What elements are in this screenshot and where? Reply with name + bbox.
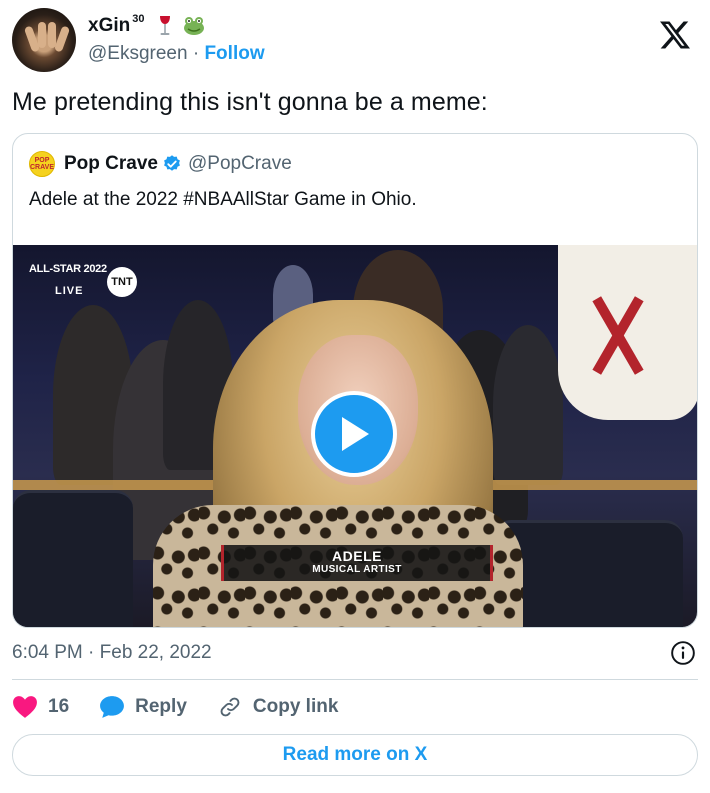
mascot-figure	[558, 245, 697, 420]
lower-third-name: ADELE	[332, 548, 382, 564]
author-handle[interactable]: @Eksgreen	[88, 43, 188, 64]
verified-badge-icon	[164, 155, 180, 171]
frog-icon	[184, 17, 205, 35]
lower-third-role: MUSICAL ARTIST	[312, 564, 402, 575]
wine-glass-icon	[160, 16, 171, 35]
handle-separator: ·	[192, 43, 200, 64]
like-button[interactable]: 16	[12, 695, 69, 719]
heart-icon	[13, 696, 37, 718]
quoted-author-handle[interactable]: @PopCrave	[188, 153, 292, 175]
quoted-tweet-card[interactable]: POP CRAVE Pop Crave @PopCrave Adele at t…	[12, 133, 698, 628]
play-button[interactable]	[311, 391, 397, 477]
reply-bubble-icon	[100, 696, 125, 718]
author-handle-row: @Eksgreen · Follow	[88, 43, 265, 65]
tweet-author: xGin 30 @Eksgreen · Follow	[12, 8, 702, 72]
like-count: 16	[48, 696, 70, 717]
quoted-tweet-header: POP CRAVE Pop Crave @PopCrave	[29, 151, 292, 177]
author-avatar[interactable]	[12, 8, 76, 72]
quoted-author-name[interactable]: Pop Crave	[64, 153, 158, 175]
reply-label: Reply	[135, 696, 187, 717]
author-display-name[interactable]: xGin	[88, 15, 130, 37]
lower-third-caption: ADELE MUSICAL ARTIST	[221, 545, 493, 581]
copy-link-button[interactable]: Copy link	[217, 695, 339, 719]
read-more-button[interactable]: Read more on X	[12, 734, 698, 776]
arena-seat	[13, 490, 133, 627]
bug-live-text: LIVE	[55, 285, 84, 297]
bug-allstar-text: ALL-STAR 2022	[29, 263, 107, 275]
author-name-superscript: 30	[132, 13, 145, 25]
broadcast-bug: ALL-STAR 2022 LIVE TNT	[29, 263, 137, 297]
video-player[interactable]: ALL-STAR 2022 LIVE TNT ADELE MUSICAL ART…	[13, 245, 697, 627]
info-icon[interactable]	[670, 640, 696, 666]
divider	[12, 679, 698, 680]
link-icon	[220, 697, 240, 717]
follow-button[interactable]: Follow	[204, 43, 264, 64]
tweet-timestamp[interactable]: 6:04 PM · Feb 22, 2022	[12, 642, 212, 664]
x-logo-icon[interactable]	[660, 20, 690, 50]
play-icon	[342, 417, 369, 451]
crowd-figure	[493, 325, 563, 485]
quoted-tweet-text: Adele at the 2022 #NBAAllStar Game in Oh…	[29, 189, 417, 210]
tweet-actions: 16 Reply Copy link	[12, 692, 368, 722]
tweet-text: Me pretending this isn't gonna be a meme…	[12, 88, 488, 116]
copy-link-label: Copy link	[252, 696, 339, 717]
reply-button[interactable]: Reply	[99, 695, 187, 719]
tnt-logo: TNT	[107, 267, 137, 297]
author-name-row: xGin 30	[88, 13, 206, 38]
quoted-author-avatar[interactable]: POP CRAVE	[29, 151, 55, 177]
